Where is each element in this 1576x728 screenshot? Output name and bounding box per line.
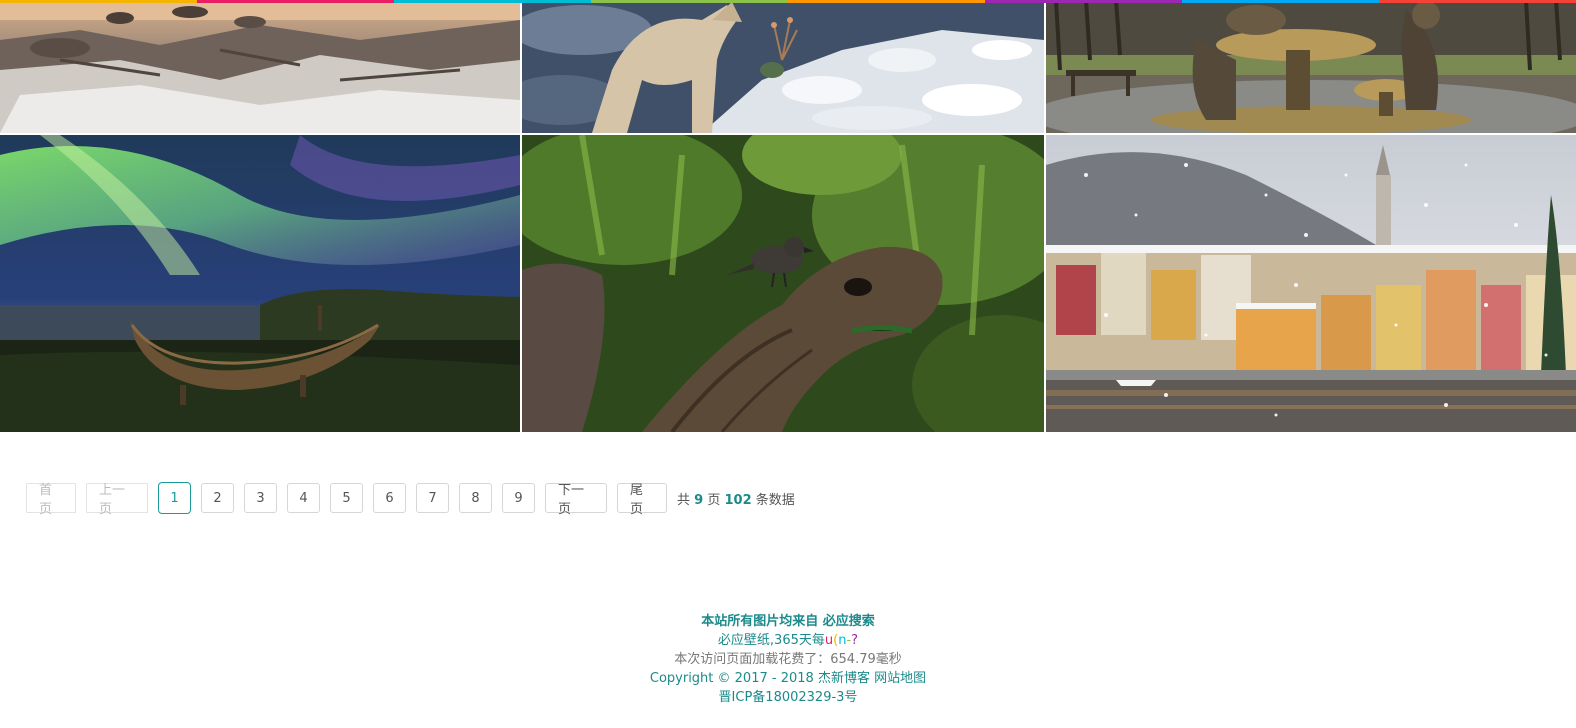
accent-segment: [394, 0, 591, 3]
lake-village-image: [1046, 135, 1576, 432]
accent-segment: [591, 0, 788, 3]
sitemap-link[interactable]: 网站地图: [874, 671, 926, 686]
page-3-button[interactable]: 3: [244, 483, 277, 513]
prev-page-button[interactable]: 上一页: [86, 483, 148, 517]
wallpaper-tile-arctic-fox[interactable]: [522, 0, 1044, 133]
arctic-fox-image: [522, 0, 1044, 133]
pagination-summary: 共 9 页 102 条数据: [677, 489, 795, 508]
accent-segment: [985, 0, 1182, 3]
first-page-button[interactable]: 首页: [26, 483, 76, 517]
copyright-text: Copyright © 2017 - 2018: [649, 671, 814, 686]
page-8-button[interactable]: 8: [459, 483, 492, 513]
top-accent-stripe: [0, 0, 1576, 3]
accent-segment: [1182, 0, 1379, 3]
tortoise-image: [522, 135, 1044, 432]
wallpaper-grid: [0, 0, 1576, 432]
park-statue-image: [1046, 0, 1576, 133]
total-items-count: 102: [724, 492, 752, 508]
page-4-button[interactable]: 4: [287, 483, 320, 513]
page-2-button[interactable]: 2: [201, 483, 234, 513]
load-time-line: 本次访问页面加载花费了：654.79毫秒: [674, 652, 902, 667]
rocky-shore-image: [0, 0, 520, 133]
wallpaper-tile-aurora-boat[interactable]: [0, 135, 520, 432]
pages-word: 页: [707, 492, 721, 508]
pagination: 首页 上一页 1 2 3 4 5 6 7 8 9 下一页 尾页 共 9 页 10…: [26, 482, 795, 517]
tagline: 必应壁纸,365天每u(n-?: [0, 631, 1576, 650]
blog-link[interactable]: 杰新博客: [818, 671, 870, 686]
next-page-button[interactable]: 下一页: [545, 483, 607, 517]
tagline-text: 必应壁纸,365天每: [717, 633, 825, 648]
kaomoji-char: ?: [851, 633, 859, 648]
copyright-line: Copyright © 2017 - 2018 杰新博客 网站地图: [0, 669, 1576, 688]
summary-prefix: 共: [677, 492, 691, 508]
page-7-button[interactable]: 7: [416, 483, 449, 513]
accent-segment: [0, 0, 197, 3]
page-5-button[interactable]: 5: [330, 483, 363, 513]
site-footer: 本站所有图片均来自 必应搜索 必应壁纸,365天每u(n-? 本次访问页面加载花…: [0, 612, 1576, 707]
wallpaper-tile-park-statue[interactable]: [1046, 0, 1576, 133]
accent-segment: [788, 0, 985, 3]
accent-segment: [197, 0, 394, 3]
total-pages-count: 9: [694, 492, 704, 508]
wallpaper-tile-rocky-shore[interactable]: [0, 0, 520, 133]
aurora-boat-image: [0, 135, 520, 432]
page-6-button[interactable]: 6: [373, 483, 406, 513]
kaomoji: u(n-?: [825, 633, 858, 648]
page-1-button[interactable]: 1: [158, 482, 191, 514]
kaomoji-char: u: [824, 633, 834, 648]
page-9-button[interactable]: 9: [502, 483, 535, 513]
items-word: 条数据: [755, 492, 795, 508]
image-source-line: 本站所有图片均来自 必应搜索: [701, 614, 875, 629]
last-page-button[interactable]: 尾页: [617, 483, 667, 517]
icp-link[interactable]: 晋ICP备18002329-3号: [719, 690, 858, 705]
wallpaper-tile-lake-village[interactable]: [1046, 135, 1576, 432]
wallpaper-tile-tortoise[interactable]: [522, 135, 1044, 432]
accent-segment: [1379, 0, 1576, 3]
